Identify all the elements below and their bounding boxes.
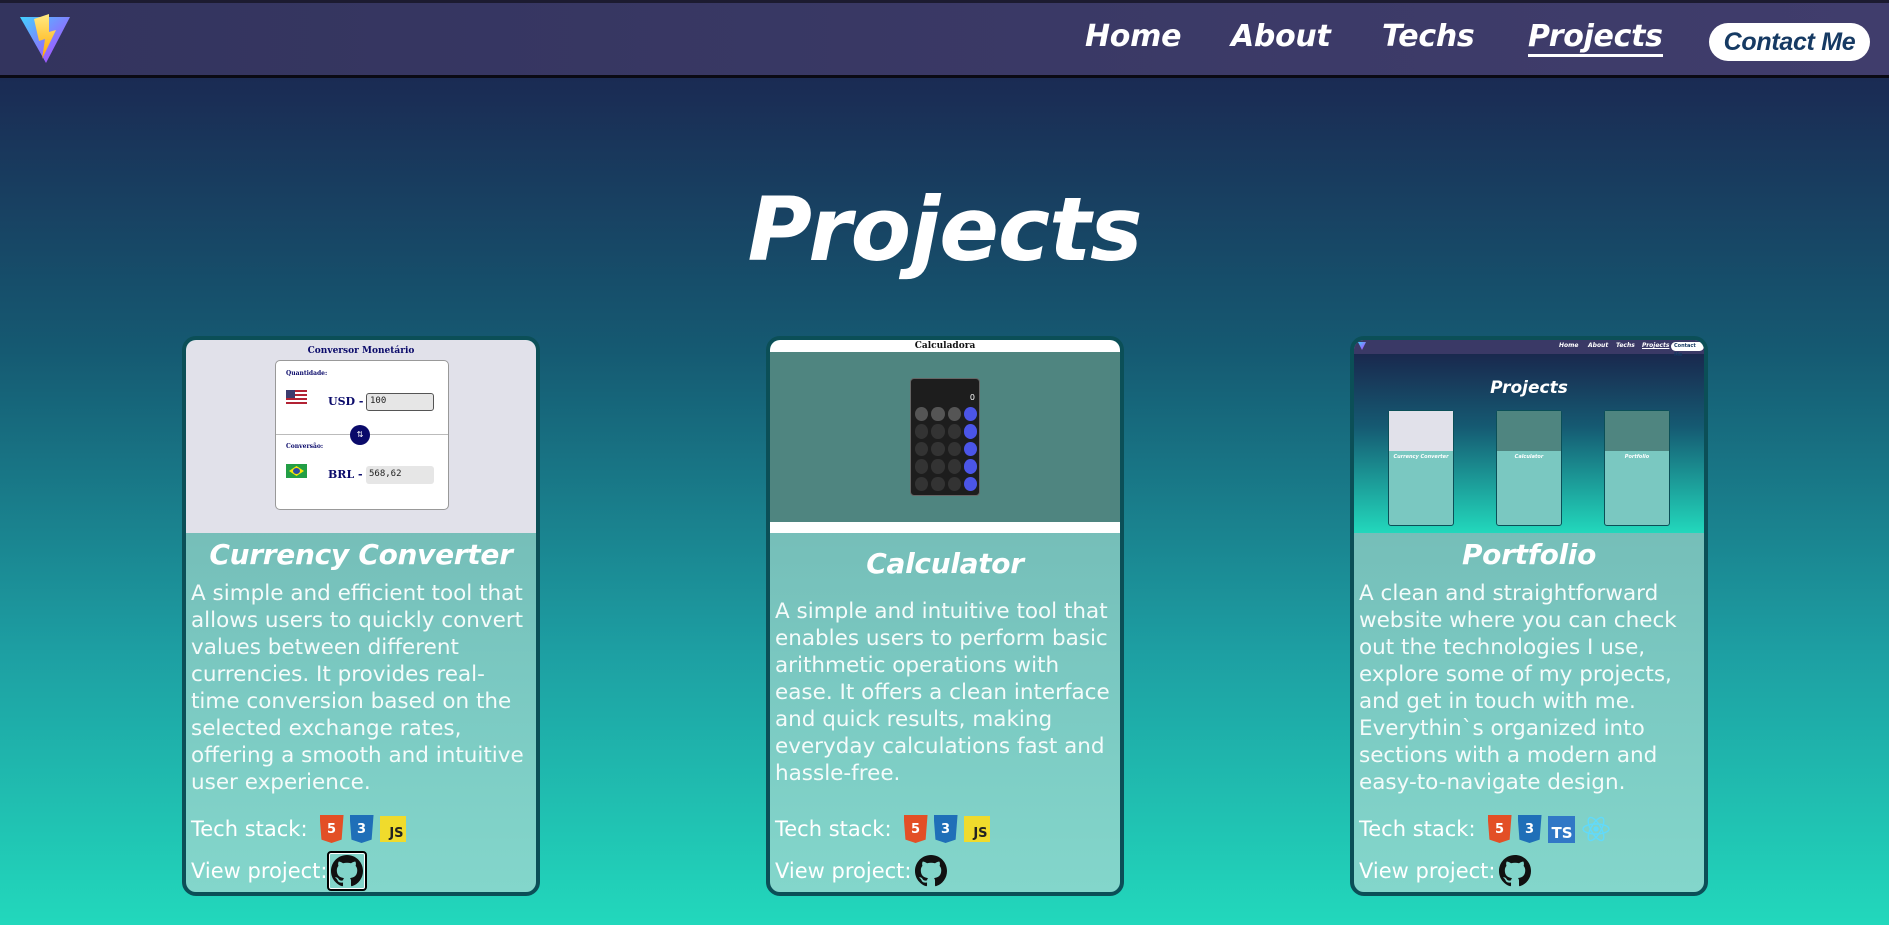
preview-title: Projects (1490, 378, 1568, 398)
preview-phone: 0 (910, 378, 980, 496)
html5-icon: 5 (1487, 815, 1512, 843)
nav-link-about[interactable]: About (1231, 19, 1331, 54)
project-card-portfolio: Home About Techs Projects Contact Me Pro… (1350, 336, 1708, 896)
preview-mini-title: Portfolio (1624, 454, 1650, 460)
tech-stack-label: Tech stack: (191, 817, 308, 841)
preview-mini-title: Calculator (1514, 454, 1544, 460)
preview-navbar: Home About Techs Projects Contact Me (1354, 340, 1704, 358)
us-flag-icon (286, 390, 307, 404)
view-project-row: View project: (775, 849, 951, 892)
nav-link-projects[interactable]: Projects (1528, 19, 1663, 57)
html5-icon: 5 (903, 815, 928, 843)
project-preview-image[interactable]: Home About Techs Projects Contact Me Pro… (1354, 340, 1704, 533)
nav-link-techs[interactable]: Techs (1382, 19, 1475, 54)
view-project-row: View project: (1359, 849, 1535, 892)
preview-to-value: 568,62 (366, 466, 434, 484)
preview-from-value: 100 (366, 393, 434, 411)
typescript-icon: TS (1547, 815, 1575, 843)
css3-icon: 3 (1517, 815, 1542, 843)
preview-from-currency: USD - (328, 395, 364, 408)
preview-heading: Conversor Monetário (307, 346, 415, 356)
card-description: A simple and intuitive tool that enables… (775, 599, 1110, 786)
github-icon (331, 855, 364, 887)
preview-nav-techs: Techs (1616, 342, 1635, 349)
github-icon (1499, 855, 1532, 887)
preview-mini-image (1389, 411, 1453, 451)
preview-calculator-bg: 0 (770, 352, 1120, 522)
view-project-label: View project: (1359, 859, 1496, 883)
card-title: Calculator (866, 547, 1024, 580)
preview-to-currency: BRL - (328, 468, 363, 481)
javascript-icon: JS (963, 816, 990, 842)
vite-logo-icon[interactable] (18, 13, 72, 67)
card-description: A clean and straightforward website wher… (1359, 581, 1677, 795)
javascript-icon: JS (379, 816, 406, 842)
card-title: Portfolio (1461, 538, 1597, 571)
github-link-button[interactable] (1495, 851, 1535, 891)
github-link-button[interactable] (911, 851, 951, 891)
github-icon (915, 855, 948, 887)
html5-icon: 5 (319, 815, 344, 843)
preview-converter-panel: Quantidade: USD - 100 ⇅ Conversão: BRL -… (275, 360, 449, 510)
preview-mini-image (1497, 411, 1561, 451)
card-description: A simple and efficient tool that allows … (191, 581, 524, 795)
page-title: Projects (747, 178, 1142, 281)
view-project-label: View project: (775, 859, 912, 883)
tech-stack-row: Tech stack: 5 3 JS (191, 814, 412, 844)
preview-qty-label: Quantidade: (286, 370, 328, 377)
preview-mini-card: Portfolio (1604, 410, 1670, 526)
tech-stack-label: Tech stack: (1359, 817, 1476, 841)
tech-stack-label: Tech stack: (775, 817, 892, 841)
project-card-calculator: Calculadora 0 Calculator A simple and in… (766, 336, 1124, 896)
react-icon (1581, 816, 1610, 842)
view-project-row: View project: (191, 849, 368, 892)
preview-keypad (915, 407, 977, 491)
preview-heading: Calculadora (914, 341, 976, 351)
preview-nav-projects: Projects (1642, 342, 1670, 349)
preview-nav-home: Home (1559, 342, 1579, 349)
preview-mini-card: Currency Converter (1388, 410, 1454, 526)
github-link-button[interactable] (327, 851, 368, 891)
css3-icon: 3 (933, 815, 958, 843)
swap-icon: ⇅ (350, 425, 370, 445)
project-card-currency-converter: Conversor Monetário Quantidade: USD - 10… (182, 336, 540, 896)
contact-me-button[interactable]: Contact Me (1709, 23, 1870, 61)
preview-mini-card: Calculator (1496, 410, 1562, 526)
br-flag-icon (286, 464, 307, 478)
preview-conv-label: Conversão: (286, 443, 324, 450)
project-preview-image[interactable]: Conversor Monetário Quantidade: USD - 10… (186, 340, 536, 533)
preview-calc-display: 0 (969, 393, 975, 402)
preview-mini-image (1605, 411, 1669, 451)
card-title: Currency Converter (209, 538, 513, 571)
preview-contact: Contact Me (1671, 342, 1704, 358)
preview-logo-icon (1358, 342, 1366, 350)
nav-link-home[interactable]: Home (1085, 19, 1181, 54)
preview-mini-title: Currency Converter (1393, 454, 1449, 460)
navbar: Home About Techs Projects Contact Me (0, 0, 1889, 78)
css3-icon: 3 (349, 815, 374, 843)
preview-nav-about: About (1588, 342, 1609, 349)
project-preview-image[interactable]: Calculadora 0 (770, 340, 1120, 533)
tech-stack-row: Tech stack: 5 3 TS (1359, 814, 1611, 844)
view-project-label: View project: (191, 859, 328, 883)
tech-stack-row: Tech stack: 5 3 JS (775, 814, 996, 844)
